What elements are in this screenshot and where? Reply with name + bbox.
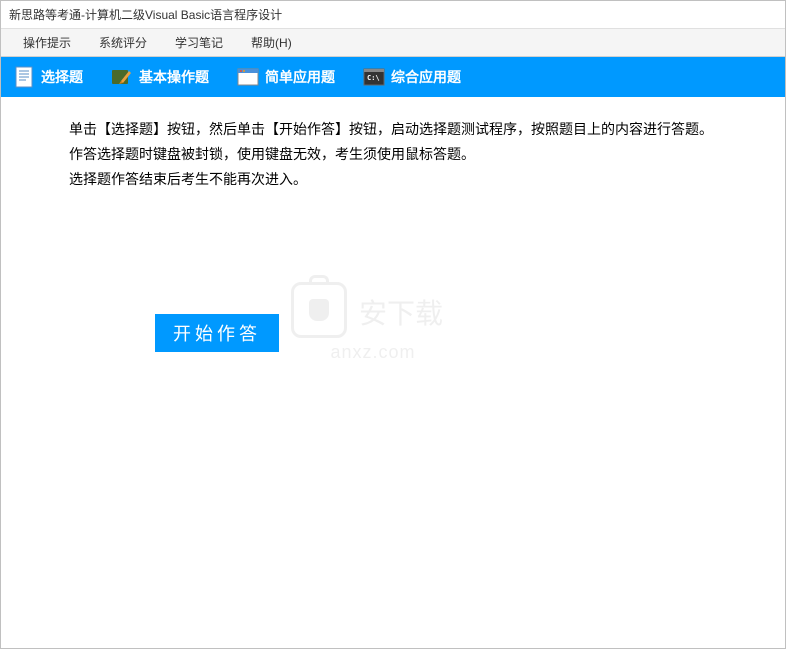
instruction-text: 单击【选择题】按钮，然后单击【开始作答】按钮，启动选择题测试程序，按照题目上的内… <box>41 117 745 193</box>
toolbar-basic-operation[interactable]: 基本操作题 <box>111 66 209 88</box>
watermark-bag-icon <box>291 282 347 338</box>
toolbar: 选择题 基本操作题 简单应用题 C:\ <box>1 57 785 97</box>
window-title: 新思路等考通-计算机二级Visual Basic语言程序设计 <box>9 6 282 23</box>
menu-bar: 操作提示 系统评分 学习笔记 帮助(H) <box>1 29 785 57</box>
menu-operation-tips[interactable]: 操作提示 <box>9 30 85 55</box>
svg-text:C:\: C:\ <box>367 74 380 82</box>
terminal-icon: C:\ <box>363 66 385 88</box>
title-bar: 新思路等考通-计算机二级Visual Basic语言程序设计 <box>1 1 785 29</box>
menu-study-notes[interactable]: 学习笔记 <box>161 30 237 55</box>
menu-help[interactable]: 帮助(H) <box>237 30 306 55</box>
edit-icon <box>111 66 133 88</box>
watermark-url: anxz.com <box>330 342 415 363</box>
document-icon <box>13 66 35 88</box>
content-area: 单击【选择题】按钮，然后单击【开始作答】按钮，启动选择题测试程序，按照题目上的内… <box>1 97 785 648</box>
toolbar-choice-question[interactable]: 选择题 <box>13 66 83 88</box>
toolbar-comprehensive-application[interactable]: C:\ 综合应用题 <box>363 66 461 88</box>
watermark: 安下载 anxz.com <box>291 282 443 363</box>
toolbar-simple-application[interactable]: 简单应用题 <box>237 66 335 88</box>
start-answer-button[interactable]: 开始作答 <box>155 314 279 352</box>
watermark-text: 安下载 <box>359 292 443 332</box>
window-icon <box>237 66 259 88</box>
instruction-line-3: 选择题作答结束后考生不能再次进入。 <box>41 167 745 192</box>
menu-system-score[interactable]: 系统评分 <box>85 30 161 55</box>
toolbar-label: 基本操作题 <box>139 67 209 87</box>
instruction-line-1: 单击【选择题】按钮，然后单击【开始作答】按钮，启动选择题测试程序，按照题目上的内… <box>41 117 745 142</box>
instruction-line-2: 作答选择题时键盘被封锁，使用键盘无效，考生须使用鼠标答题。 <box>41 142 745 167</box>
toolbar-label: 简单应用题 <box>265 67 335 87</box>
toolbar-label: 选择题 <box>41 67 83 87</box>
toolbar-label: 综合应用题 <box>391 67 461 87</box>
